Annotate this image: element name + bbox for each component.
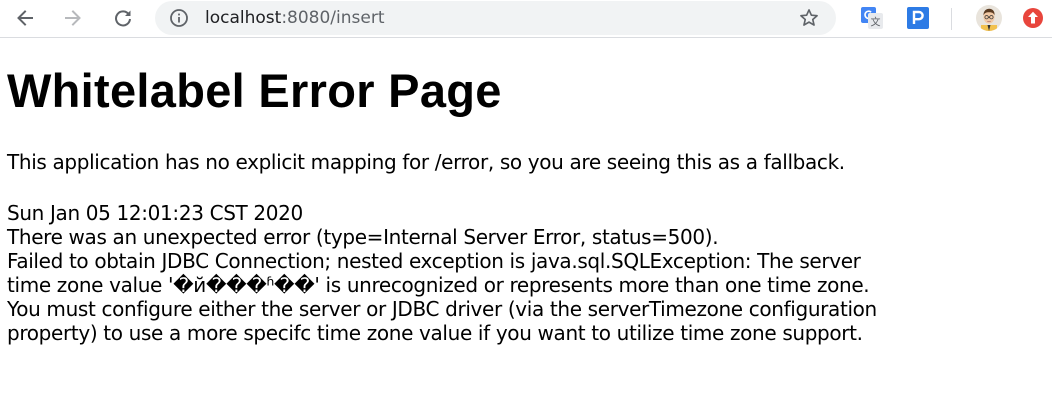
star-icon[interactable]: [798, 7, 820, 29]
p-icon[interactable]: [906, 6, 930, 30]
forward-arrow-icon: [65, 10, 81, 26]
error-line: Failed to obtain JDBC Connection; nested…: [7, 249, 861, 273]
error-details: Sun Jan 05 12:01:23 CST 2020 There was a…: [7, 201, 1047, 345]
url-text[interactable]: localhost:8080/insert: [205, 1, 385, 35]
avatar[interactable]: [976, 5, 1002, 31]
back-button[interactable]: [10, 3, 40, 33]
error-line: There was an unexpected error (type=Inte…: [7, 225, 719, 249]
error-line: You must configure either the server or …: [7, 297, 877, 321]
url-host: localhost: [205, 8, 282, 28]
browser-toolbar: localhost:8080/insert 文: [0, 0, 1052, 38]
reload-button[interactable]: [108, 3, 138, 33]
google-translate-icon[interactable]: 文: [860, 6, 884, 30]
profile-avatar-icon: [976, 5, 1002, 31]
reload-icon: [115, 10, 131, 27]
page-content: Whitelabel Error Page This application h…: [7, 38, 1047, 345]
fallback-message: This application has no explicit mapping…: [7, 150, 845, 174]
page-title: Whitelabel Error Page: [7, 64, 502, 117]
svg-text:文: 文: [871, 16, 881, 29]
forward-button[interactable]: [58, 3, 88, 33]
url-path: :8080/insert: [281, 8, 385, 28]
back-arrow-icon: [17, 10, 33, 26]
toolbar-divider: [951, 8, 952, 30]
red-up-arrow-icon[interactable]: [1022, 7, 1044, 29]
error-timestamp: Sun Jan 05 12:01:23 CST 2020: [7, 201, 303, 225]
error-line: time zone value '�й���ʱ��' is unrecogniz…: [7, 273, 870, 297]
info-icon[interactable]: [169, 8, 189, 28]
address-bar[interactable]: localhost:8080/insert: [155, 1, 836, 35]
error-line: property) to use a more specifc time zon…: [7, 321, 863, 345]
